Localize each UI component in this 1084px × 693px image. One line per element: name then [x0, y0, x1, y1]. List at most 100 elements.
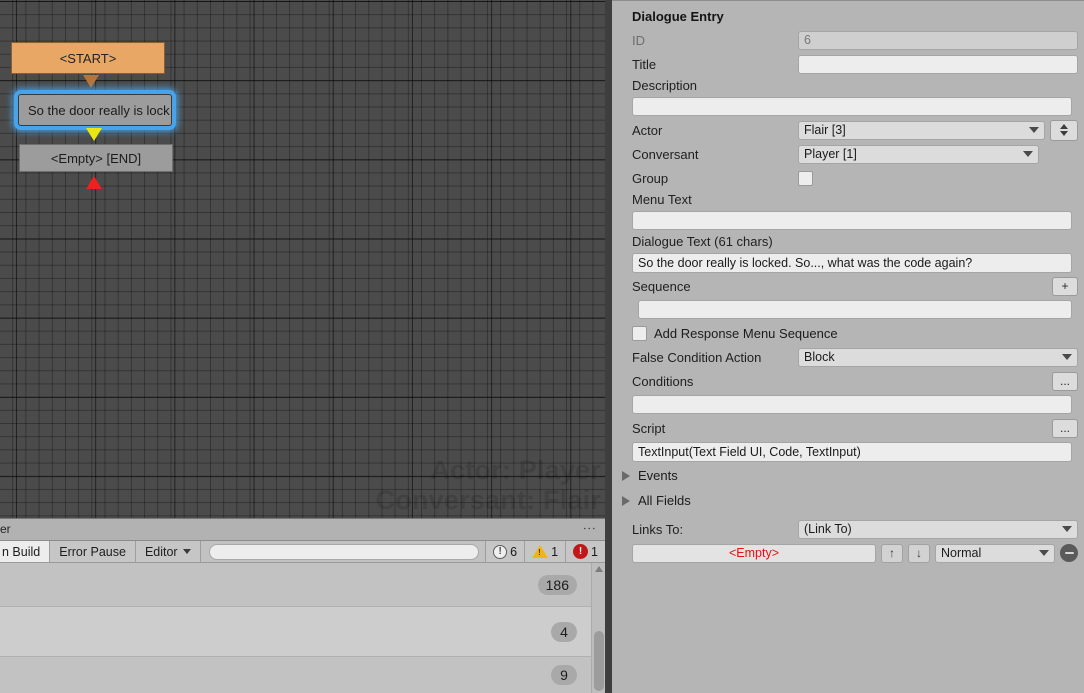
chevron-down-icon: [1062, 526, 1072, 532]
log-count-badge: 4: [551, 621, 577, 642]
console-search-wrapper: [200, 541, 486, 562]
chevron-right-icon: [622, 495, 630, 506]
editor-dropdown-button[interactable]: Editor: [135, 541, 201, 562]
link-move-down-button[interactable]: ↓: [908, 543, 930, 563]
links-to-value: (Link To): [804, 522, 852, 536]
sequence-add-button[interactable]: +: [1052, 276, 1078, 296]
graph-node-selected-highlight: So the door really is lock: [14, 90, 176, 130]
console-scrollbar[interactable]: [591, 563, 605, 693]
graph-node-end[interactable]: <Empty> [END]: [19, 144, 173, 172]
script-more-button[interactable]: ...: [1052, 418, 1078, 438]
scrollbar-thumb[interactable]: [594, 631, 604, 691]
description-input[interactable]: [632, 97, 1072, 116]
conditions-more-button[interactable]: ...: [1052, 371, 1078, 391]
conditions-header-row: Conditions ...: [612, 369, 1084, 393]
graph-link-arrow-entry-to-end: [86, 128, 102, 141]
id-value: 6: [798, 30, 1078, 50]
conditions-input[interactable]: [632, 395, 1072, 414]
scroll-up-arrow-icon[interactable]: [595, 566, 603, 572]
events-label: Events: [638, 468, 678, 483]
events-foldout[interactable]: Events: [612, 463, 1084, 488]
log-count-badge: 186: [537, 574, 577, 595]
warning-count-toggle[interactable]: 1: [524, 541, 566, 562]
menu-text-row: [612, 209, 1084, 232]
links-to-row: Links To: (Link To): [612, 517, 1084, 541]
group-row: Group: [612, 166, 1084, 190]
conversant-dropdown[interactable]: Player [1]: [798, 144, 1039, 164]
link-remove-button[interactable]: [1060, 544, 1078, 562]
title-label: Title: [632, 56, 657, 72]
false-condition-action-label: False Condition Action: [632, 349, 762, 365]
id-label: ID: [632, 32, 645, 48]
console-log-list[interactable]: 186 4 9: [0, 563, 605, 693]
log-count-badge: 9: [551, 665, 577, 685]
chevron-down-icon: [1039, 550, 1049, 556]
dialogue-text-input[interactable]: So the door really is locked. So..., wha…: [632, 252, 1072, 273]
console-tab-bar: er ⋮: [0, 519, 605, 541]
link-entry-target[interactable]: <Empty>: [632, 543, 876, 563]
script-input[interactable]: TextInput(Text Field UI, Code, TextInput…: [632, 441, 1072, 462]
graph-link-arrow-incoming: [86, 176, 102, 189]
false-condition-action-dropdown[interactable]: Block: [798, 347, 1078, 367]
link-priority-dropdown[interactable]: Normal: [935, 543, 1055, 563]
link-move-up-button[interactable]: ↑: [881, 543, 903, 563]
script-row: TextInput(Text Field UI, Code, TextInput…: [612, 440, 1084, 463]
search-input[interactable]: [208, 543, 480, 560]
description-row: [612, 95, 1084, 118]
error-pause-button[interactable]: Error Pause: [50, 541, 136, 562]
error-icon: !: [573, 544, 589, 559]
chevron-down-icon: [1062, 354, 1072, 360]
add-response-menu-sequence-label: Add Response Menu Sequence: [654, 325, 838, 341]
graph-node-dialogue-entry[interactable]: So the door really is lock: [18, 94, 172, 126]
chevron-down-icon: [1060, 131, 1068, 136]
group-checkbox[interactable]: [798, 170, 813, 186]
conversant-label: Conversant: [632, 146, 699, 162]
editor-dropdown-label: Editor: [144, 544, 178, 559]
menu-text-input[interactable]: [632, 211, 1072, 230]
actor-swap-stepper[interactable]: [1050, 119, 1078, 141]
warning-icon: [532, 545, 549, 558]
console-toolbar: n Build Error Pause Editor ! 6 1 ! 1: [0, 541, 605, 563]
info-count-label: 6: [510, 544, 518, 559]
chevron-down-icon: [1029, 127, 1039, 133]
conditions-row: [612, 393, 1084, 416]
sequence-header-row: Sequence +: [612, 274, 1084, 298]
console-log-row[interactable]: 186: [0, 563, 605, 607]
description-label: Description: [632, 78, 698, 93]
links-to-dropdown[interactable]: (Link To): [798, 519, 1078, 539]
conditions-label: Conditions: [632, 373, 694, 389]
graph-watermark-actor: Actor: Player: [430, 455, 601, 485]
clear-on-build-button[interactable]: n Build: [0, 541, 51, 562]
false-condition-action-row: False Condition Action Block: [612, 345, 1084, 369]
dialogue-graph-canvas[interactable]: Actor: Player Conversant: Flair <START> …: [0, 0, 605, 518]
info-icon: !: [493, 544, 508, 559]
add-response-menu-sequence-checkbox[interactable]: [632, 325, 647, 341]
dialogue-entry-inspector: Dialogue Entry ID 6 Title Description Ac…: [612, 0, 1084, 693]
dialogue-text-row: So the door really is locked. So..., wha…: [612, 251, 1084, 274]
links-to-label: Links To:: [632, 521, 684, 537]
actor-row: Actor Flair [3]: [612, 118, 1084, 142]
error-count-toggle[interactable]: ! 1: [565, 541, 605, 562]
error-count-label: 1: [591, 544, 598, 559]
all-fields-label: All Fields: [638, 493, 691, 508]
title-input[interactable]: [798, 54, 1078, 74]
menu-text-label: Menu Text: [632, 192, 692, 207]
add-response-menu-sequence-row: Add Response Menu Sequence: [612, 321, 1084, 345]
conversant-dropdown-value: Player [1]: [804, 147, 857, 161]
all-fields-foldout[interactable]: All Fields: [612, 488, 1084, 513]
chevron-down-icon: [182, 549, 191, 554]
page-title: Dialogue Entry: [632, 9, 724, 24]
panel-divider[interactable]: [605, 0, 612, 693]
actor-label: Actor: [632, 122, 663, 138]
info-count-toggle[interactable]: ! 6: [485, 541, 525, 562]
console-log-row[interactable]: 9: [0, 657, 605, 693]
kebab-menu-icon[interactable]: ⋮: [582, 522, 597, 535]
sequence-input[interactable]: [638, 300, 1072, 319]
actor-dropdown-value: Flair [3]: [804, 123, 846, 137]
console-log-row[interactable]: 4: [0, 607, 605, 657]
actor-dropdown[interactable]: Flair [3]: [798, 120, 1045, 140]
console-tab[interactable]: er: [0, 522, 11, 536]
title-row: Title: [612, 52, 1084, 76]
dialogue-text-label: Dialogue Text (61 chars): [632, 234, 773, 249]
graph-node-start[interactable]: <START>: [11, 42, 165, 74]
